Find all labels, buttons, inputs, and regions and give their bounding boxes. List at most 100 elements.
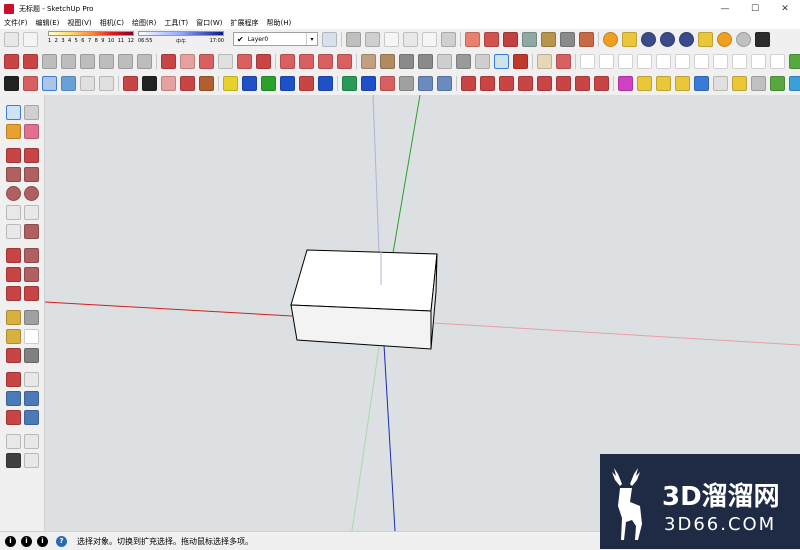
style-hidden-line-icon[interactable] xyxy=(503,32,518,47)
path-icon[interactable] xyxy=(280,54,295,69)
ink-pot-icon[interactable] xyxy=(142,76,157,91)
fc-icon[interactable] xyxy=(694,76,709,91)
style-xray-icon[interactable] xyxy=(465,32,480,47)
3d-text-icon[interactable] xyxy=(24,348,39,363)
look-around-eye-icon[interactable] xyxy=(24,434,39,449)
freehand-icon[interactable] xyxy=(24,148,39,163)
rotate-icon[interactable] xyxy=(6,267,21,282)
plugin-tag-icon[interactable] xyxy=(622,32,637,47)
push-pull-icon[interactable] xyxy=(24,248,39,263)
plugin-green-icon[interactable] xyxy=(789,54,800,69)
grid-icon[interactable] xyxy=(61,54,76,69)
spin-icon[interactable] xyxy=(380,76,395,91)
menu-extensions[interactable]: 扩展程序 xyxy=(226,18,262,28)
pyramid-icon[interactable] xyxy=(418,54,433,69)
box-front-face[interactable] xyxy=(290,304,432,350)
credits-icon[interactable]: i xyxy=(37,535,48,547)
sk-red-a-icon[interactable] xyxy=(461,76,476,91)
dimension-icon[interactable] xyxy=(24,310,39,325)
plugin-m-icon[interactable] xyxy=(603,32,618,47)
iso-view-icon[interactable] xyxy=(346,32,361,47)
tree-icon[interactable] xyxy=(180,76,195,91)
maximize-button[interactable]: ☐ xyxy=(740,0,770,17)
loft-icon[interactable] xyxy=(256,54,271,69)
menu-tools[interactable]: 工具(T) xyxy=(160,18,192,28)
blue-arrows-icon[interactable] xyxy=(280,76,295,91)
column-icon[interactable] xyxy=(137,54,152,69)
zoom-icon[interactable] xyxy=(6,391,21,406)
plugin-o-icon[interactable] xyxy=(717,32,732,47)
fillet-icon[interactable] xyxy=(199,54,214,69)
settings-gear-icon[interactable] xyxy=(4,32,19,47)
close-button[interactable]: ✕ xyxy=(770,0,800,17)
document-icon[interactable] xyxy=(713,76,728,91)
cube-stack-icon[interactable] xyxy=(399,76,414,91)
offset-icon[interactable] xyxy=(180,54,195,69)
sk-red-e-icon[interactable] xyxy=(537,76,552,91)
face-color-icon[interactable] xyxy=(223,76,238,91)
paint-bucket-icon[interactable] xyxy=(4,76,19,91)
green-box-icon[interactable] xyxy=(770,76,785,91)
pie-icon[interactable] xyxy=(24,224,39,239)
position-camera-icon[interactable] xyxy=(6,434,21,449)
rotate-tool-icon[interactable] xyxy=(4,54,19,69)
stairs-icon[interactable] xyxy=(99,54,114,69)
dome-icon[interactable] xyxy=(475,54,490,69)
extrude-icon[interactable] xyxy=(299,54,314,69)
style-shaded-icon[interactable] xyxy=(522,32,537,47)
sk-red-f-icon[interactable] xyxy=(556,76,571,91)
material-icon[interactable] xyxy=(23,76,38,91)
plugin-label-icon[interactable] xyxy=(698,32,713,47)
torus-icon[interactable] xyxy=(437,54,452,69)
blue-bar-icon[interactable] xyxy=(242,76,257,91)
push-pull-icon[interactable] xyxy=(23,54,38,69)
top-view-icon[interactable] xyxy=(365,32,380,47)
scissors-icon[interactable] xyxy=(123,76,138,91)
curve-tool-icon[interactable] xyxy=(161,54,176,69)
minimize-button[interactable]: — xyxy=(710,0,740,17)
curve-arrow-icon[interactable] xyxy=(361,76,376,91)
outline-arc-icon[interactable] xyxy=(656,54,671,69)
color-ramp-scale[interactable]: 1 2 3 4 5 6 7 8 9 10 11 12 xyxy=(48,31,134,49)
outline-star-icon[interactable] xyxy=(713,54,728,69)
section-plane-icon[interactable] xyxy=(24,453,39,468)
three-point-arc-icon[interactable] xyxy=(6,224,21,239)
outline-rect-icon[interactable] xyxy=(580,54,595,69)
plugin-red-icon[interactable] xyxy=(513,54,528,69)
sk-red-d-icon[interactable] xyxy=(518,76,533,91)
right-view-icon[interactable] xyxy=(403,32,418,47)
shadow-time-slider[interactable]: 06:55 中午 17:00 xyxy=(138,31,224,49)
menu-camera[interactable]: 相机(C) xyxy=(96,18,128,28)
check-icon[interactable] xyxy=(218,54,233,69)
pencil-line-icon[interactable] xyxy=(556,54,571,69)
follow-me-icon[interactable] xyxy=(318,54,333,69)
menu-view[interactable]: 视图(V) xyxy=(63,18,95,28)
plugin-r-icon[interactable] xyxy=(641,32,656,47)
outline-ellipse-icon[interactable] xyxy=(618,54,633,69)
outline-circle-icon[interactable] xyxy=(599,54,614,69)
triangle-mesh-icon[interactable] xyxy=(342,76,357,91)
green-plane-icon[interactable] xyxy=(261,76,276,91)
weld-icon[interactable] xyxy=(537,54,552,69)
previous-view-icon[interactable] xyxy=(24,410,39,425)
style-wireframe-icon[interactable] xyxy=(484,32,499,47)
rotated-rectangle-icon[interactable] xyxy=(24,167,39,182)
rectangle-icon[interactable] xyxy=(6,167,21,182)
wireframe-cube-icon[interactable] xyxy=(80,76,95,91)
style-textured-icon[interactable] xyxy=(541,32,556,47)
move-icon[interactable] xyxy=(6,248,21,263)
orbit-icon[interactable] xyxy=(6,372,21,387)
section-plane-icon[interactable] xyxy=(579,32,594,47)
sk-red-c-icon[interactable] xyxy=(499,76,514,91)
two-point-arc-icon[interactable] xyxy=(24,205,39,220)
yellow-cube-c-icon[interactable] xyxy=(675,76,690,91)
cylinder-icon[interactable] xyxy=(380,54,395,69)
scale-icon[interactable] xyxy=(6,286,21,301)
snowflake-icon[interactable] xyxy=(61,76,76,91)
eraser-icon[interactable] xyxy=(23,32,38,47)
follow-me-icon[interactable] xyxy=(24,267,39,282)
export-icon[interactable] xyxy=(437,76,452,91)
help-icon[interactable]: ? xyxy=(56,535,67,547)
skin-icon[interactable] xyxy=(789,76,800,91)
outline-ring-icon[interactable] xyxy=(732,54,747,69)
